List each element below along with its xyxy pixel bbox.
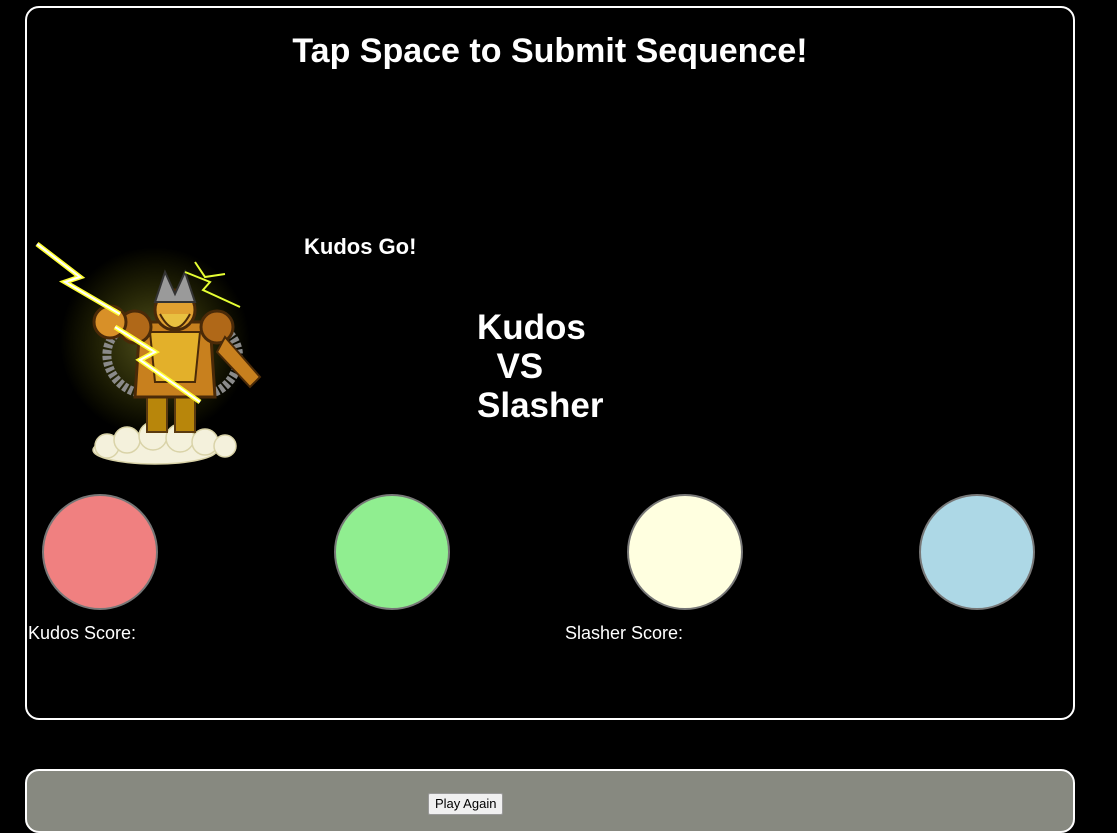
matchup-display: Kudos VS Slasher: [477, 308, 603, 425]
yellow-pad-button[interactable]: [627, 494, 743, 610]
player2-score-label: Slasher Score:: [565, 623, 684, 643]
vs-label: VS: [496, 347, 544, 386]
thunder-warrior-icon: [35, 242, 262, 465]
player2-name: Slasher: [477, 386, 604, 425]
game-board: Tap Space to Submit Sequence! Kudos Go! …: [25, 6, 1075, 720]
instruction-title: Tap Space to Submit Sequence!: [292, 32, 808, 70]
play-again-button[interactable]: Play Again: [428, 793, 504, 815]
player1-score-label: Kudos Score:: [28, 623, 137, 643]
green-pad-button[interactable]: [334, 494, 450, 610]
player1-name: Kudos: [477, 308, 586, 347]
control-bar: Play Again: [25, 769, 1075, 833]
turn-message: Kudos Go!: [304, 234, 417, 259]
blue-pad-button[interactable]: [919, 494, 1035, 610]
red-pad-button[interactable]: [42, 494, 158, 610]
